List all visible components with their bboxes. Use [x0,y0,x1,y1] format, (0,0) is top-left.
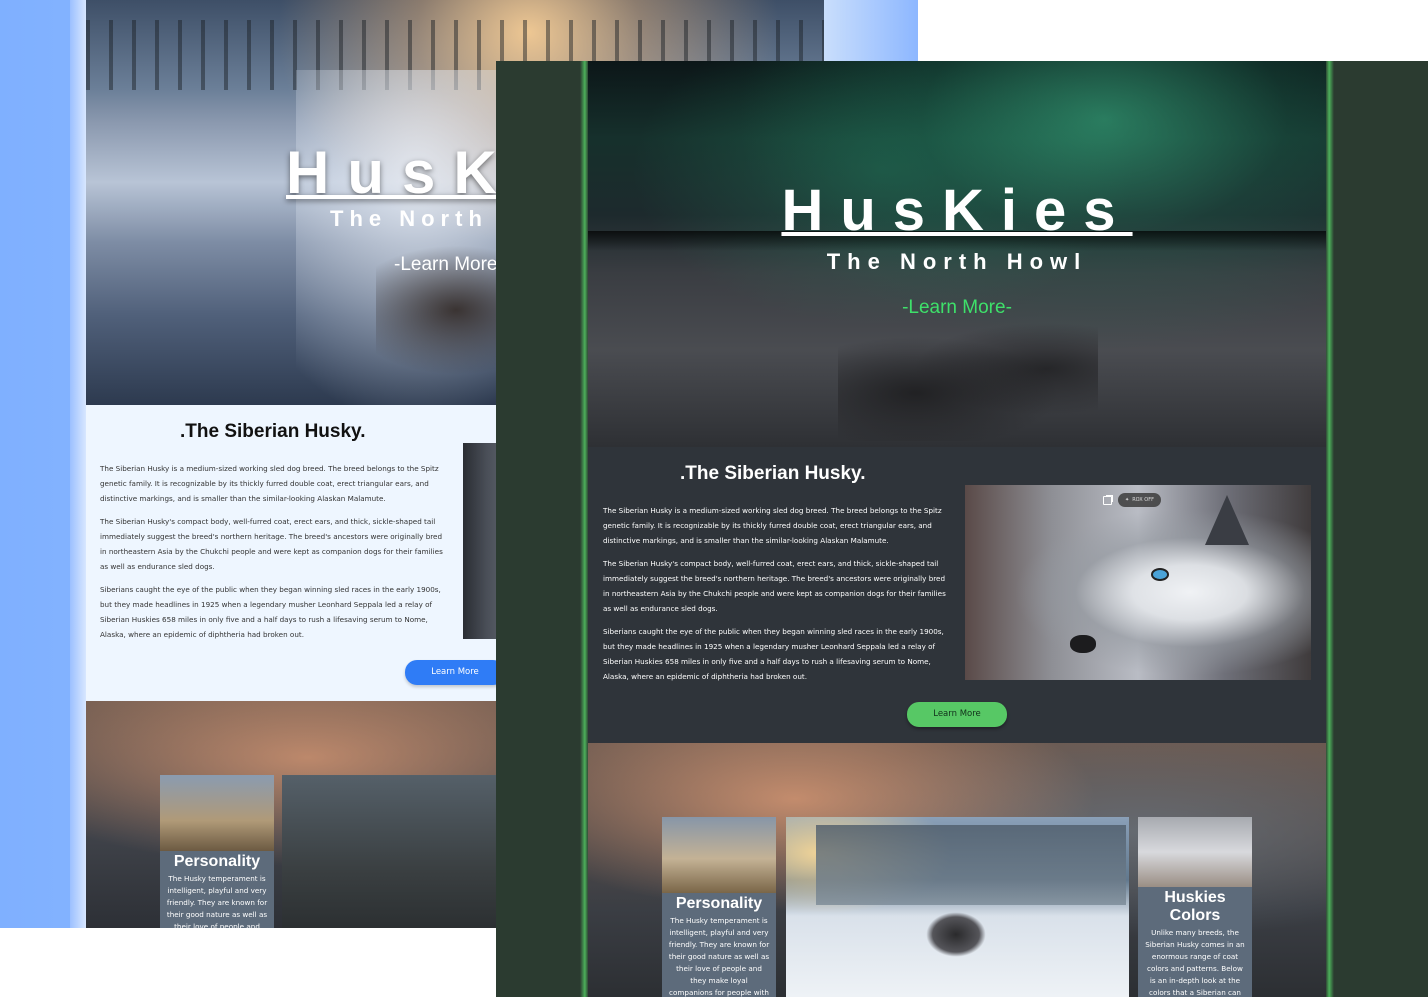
huskies-colors-card-image [1138,817,1252,887]
personality-card-image [662,817,776,893]
photo-tool-pill-label: ROX OFF [1132,497,1154,503]
photo-tool-pill[interactable]: ✦ ROX OFF [1118,493,1161,507]
front-window-glow-left [580,61,588,997]
husky-eye [1153,570,1167,579]
building-background [816,825,1126,905]
front-browser-window[interactable]: HusKies The North Howl -Learn More- .The… [496,61,1428,997]
huskies-colors-card[interactable]: Huskies Colors Unlike many breeds, the S… [1138,817,1252,997]
personality-card-text: The Husky temperament is intelligent, pl… [668,916,770,997]
huskies-colors-card-text: Unlike many breeds, the Siberian Husky c… [1145,928,1245,997]
desktop-stage: HusKies The North Howl -Learn More- .The… [0,0,1428,997]
huskies-colors-card-title: Huskies Colors [1164,889,1226,924]
front-hero-image: HusKies The North Howl -Learn More- [588,61,1326,447]
back-about-paragraph-3: Siberians caught the eye of the public w… [100,585,441,639]
running-husky [926,912,986,957]
back-learn-more-button[interactable]: Learn More [405,660,505,685]
front-about-paragraph-2: The Siberian Husky's compact body, well-… [603,559,946,613]
front-window-glow-right [1326,61,1334,997]
front-learn-more-button[interactable]: Learn More [907,702,1007,727]
back-about-paragraph-1: The Siberian Husky is a medium-sized wor… [100,464,439,503]
back-personality-card[interactable]: Personality The Husky temperament is int… [160,775,274,928]
sparkle-icon: ✦ [1125,497,1130,503]
back-bridge-husky-image [282,775,498,928]
back-hero-learn-more-link[interactable]: -Learn More- [394,254,504,276]
front-husky-photo: ✦ ROX OFF [965,485,1311,680]
front-hero-sled-dogs [838,321,1098,441]
back-about-paragraph-2: The Siberian Husky's compact body, well-… [100,517,443,571]
front-gallery-section: Personality The Husky temperament is int… [588,743,1326,997]
front-about-paragraph-3: Siberians caught the eye of the public w… [603,627,944,681]
front-hero-title: HusKies [781,178,1133,243]
husky-ear [1205,495,1249,545]
personality-card[interactable]: Personality The Husky temperament is int… [662,817,776,997]
husky-nose [1070,635,1096,653]
front-about-heading: .The Siberian Husky. [680,463,866,484]
back-personality-card-title: Personality [173,853,261,870]
front-hero-subtitle: The North Howl [826,249,1088,274]
front-hero-learn-more-link[interactable]: -Learn More- [588,297,1326,319]
back-personality-card-image [160,775,274,851]
back-window-edge-left [70,0,86,928]
photo-toolbar: ✦ ROX OFF [1103,493,1161,507]
front-about-section: .The Siberian Husky. The Siberian Husky … [588,447,1326,743]
back-about-heading: .The Siberian Husky. [180,421,366,442]
front-about-paragraph-1: The Siberian Husky is a medium-sized wor… [603,506,942,545]
copy-icon[interactable] [1103,495,1112,505]
running-husky-image [786,817,1129,997]
back-personality-card-text: The Husky temperament is intelligent, pl… [166,874,268,928]
front-page: HusKies The North Howl -Learn More- .The… [588,61,1326,997]
personality-card-title: Personality [675,895,763,912]
